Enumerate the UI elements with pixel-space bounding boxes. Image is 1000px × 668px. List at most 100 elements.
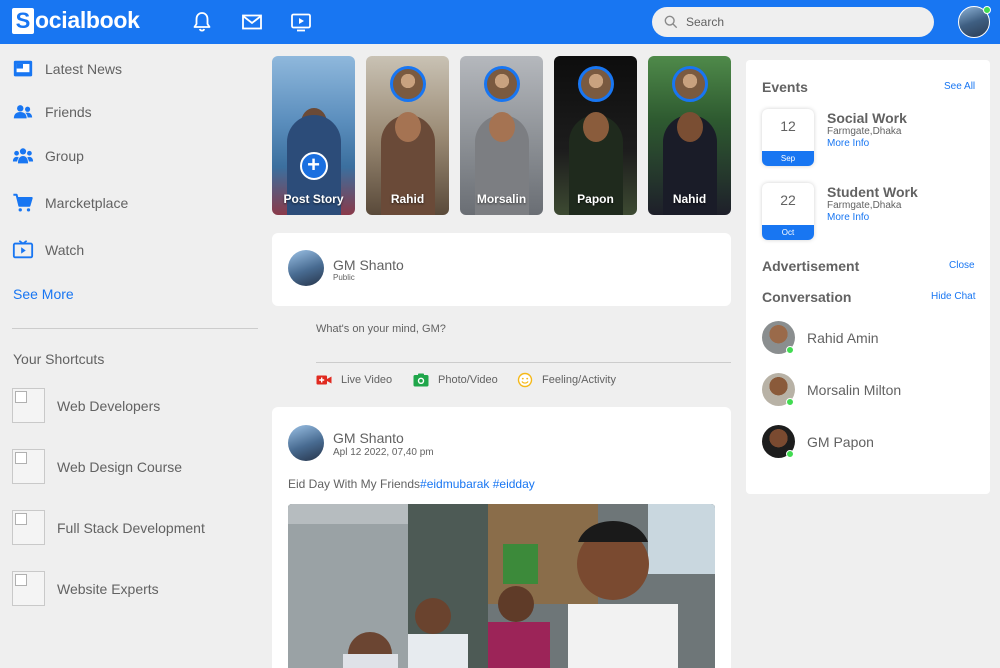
story-label: Morsalin	[476, 192, 527, 206]
post-input[interactable]: What's on your mind, GM?	[316, 323, 446, 335]
tv-icon	[12, 240, 34, 259]
logo[interactable]: S ocialbook	[12, 7, 140, 34]
post-caption: Eid Day With My Friends	[288, 477, 421, 491]
video-icon[interactable]	[289, 10, 313, 34]
shortcut-item[interactable]: Web Design Course	[12, 449, 182, 484]
story-item[interactable]: Morsalin	[460, 56, 543, 215]
event-day: 12	[780, 118, 796, 134]
shortcut-label: Website Experts	[57, 580, 159, 597]
sidebar-item-group[interactable]: Group	[12, 145, 84, 167]
divider	[12, 328, 258, 329]
mail-icon[interactable]	[240, 10, 264, 34]
story-avatar	[389, 66, 426, 102]
shortcut-item[interactable]: Website Experts	[12, 571, 159, 606]
live-video-icon	[316, 375, 332, 385]
story-item[interactable]: Papon	[554, 56, 637, 215]
story-person	[582, 112, 609, 142]
story-label: Nahid	[672, 192, 707, 206]
shortcut-image	[12, 510, 45, 545]
story-label: Papon	[577, 192, 614, 206]
avatar[interactable]	[288, 425, 324, 461]
close-link[interactable]: Close	[949, 260, 975, 271]
story-avatar	[671, 66, 708, 102]
shortcut-label: Full Stack Development	[57, 519, 205, 536]
privacy-label: Public	[333, 273, 355, 282]
online-indicator	[786, 346, 794, 354]
see-all-link[interactable]: See All	[944, 81, 975, 92]
user-name[interactable]: GM Shanto	[333, 257, 404, 273]
event-name[interactable]: Student Work	[827, 184, 918, 200]
post-author[interactable]: GM Shanto	[333, 430, 404, 446]
search-input[interactable]	[686, 15, 906, 29]
shortcut-label: Web Design Course	[57, 458, 183, 475]
divider	[316, 362, 731, 363]
story-person	[488, 112, 515, 142]
event-date: 22 Oct	[762, 183, 814, 240]
action-label: Feeling/Activity	[542, 374, 616, 386]
conversation-item[interactable]: GM Papon	[807, 434, 874, 450]
event-day: 22	[780, 192, 796, 208]
shortcut-image	[12, 571, 45, 606]
hide-chat-link[interactable]: Hide Chat	[931, 291, 975, 302]
sidebar-item-latest-news[interactable]: Latest News	[12, 58, 122, 80]
sidebar-item-watch[interactable]: Watch	[12, 239, 84, 261]
shortcuts-title: Your Shortcuts	[13, 351, 105, 367]
post-image[interactable]	[288, 504, 715, 668]
photo-video-button[interactable]: Photo/Video	[413, 372, 498, 388]
bell-icon[interactable]	[190, 10, 214, 34]
event-month: Sep	[762, 151, 814, 166]
event-name[interactable]: Social Work	[827, 110, 907, 126]
navbar: S ocialbook	[0, 0, 1000, 44]
sidebar-item-label: Marcketplace	[45, 195, 129, 211]
cart-icon	[13, 193, 33, 212]
sidebar-item-marketplace[interactable]: Marcketplace	[12, 192, 128, 214]
online-indicator	[786, 398, 794, 406]
online-indicator	[983, 6, 991, 14]
live-video-button[interactable]: Live Video	[316, 372, 392, 388]
online-indicator	[786, 450, 794, 458]
sidebar-item-friends[interactable]: Friends	[12, 101, 92, 123]
action-label: Photo/Video	[438, 374, 498, 386]
post-time: Apl 12 2022, 07,40 pm	[333, 447, 434, 458]
group-icon	[12, 148, 34, 164]
story-item[interactable]: Rahid	[366, 56, 449, 215]
sidebar-item-label: Friends	[45, 104, 92, 120]
shortcut-label: Web Developers	[57, 397, 161, 414]
search-bar[interactable]	[652, 7, 934, 37]
story-item[interactable]: Nahid	[648, 56, 731, 215]
shortcut-item[interactable]: Full Stack Development	[12, 510, 205, 545]
plus-icon[interactable]: +	[299, 152, 328, 180]
search-icon	[664, 15, 678, 29]
event-date: 12 Sep	[762, 109, 814, 166]
story-avatar	[577, 66, 614, 102]
shortcut-item[interactable]: Web Developers	[12, 388, 160, 423]
shortcut-image	[12, 388, 45, 423]
action-label: Live Video	[341, 374, 393, 386]
logo-text: ocialbook	[35, 7, 140, 33]
story-label: Post Story	[283, 192, 344, 206]
sidebar-item-label: Watch	[45, 242, 85, 258]
conversation-item[interactable]: Morsalin Milton	[807, 382, 901, 398]
events-title: Events	[762, 79, 808, 95]
feeling-activity-button[interactable]: Feeling/Activity	[517, 372, 616, 388]
post-hashtags[interactable]: #eidmubarak #eidday	[420, 477, 535, 491]
see-more-link[interactable]: See More	[13, 286, 74, 302]
story-label: Rahid	[390, 192, 425, 206]
friends-icon	[13, 105, 33, 119]
more-info-link[interactable]: More Info	[827, 138, 869, 149]
advertisement-title: Advertisement	[762, 258, 860, 274]
story-person	[394, 112, 421, 142]
conversation-item[interactable]: Rahid Amin	[807, 330, 879, 346]
event-month: Oct	[762, 225, 814, 240]
conversation-title: Conversation	[762, 289, 852, 305]
feeling-icon	[517, 372, 533, 388]
story-person	[676, 112, 703, 142]
photo-icon	[413, 373, 429, 387]
sidebar-item-label: Latest News	[45, 61, 123, 77]
avatar[interactable]	[288, 250, 324, 286]
left-sidebar: Latest News Friends Group Marcketplace W…	[0, 44, 270, 668]
more-info-link[interactable]: More Info	[827, 212, 869, 223]
story-avatar	[483, 66, 520, 102]
story-post[interactable]: + Post Story	[272, 56, 355, 215]
post-text: Eid Day With My Friends#eidmubarak #eidd…	[288, 477, 535, 491]
